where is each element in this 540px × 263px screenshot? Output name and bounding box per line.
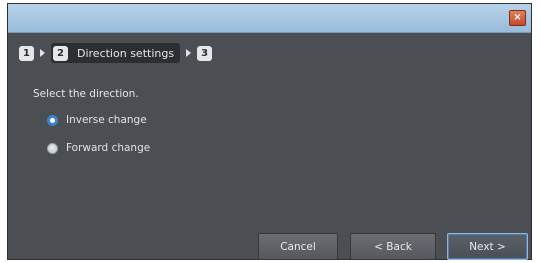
back-button[interactable]: < Back [350,233,436,260]
step-3-number: 3 [197,45,213,61]
close-icon[interactable]: × [509,10,526,26]
inverse-change-label: Inverse change [66,114,147,126]
radio-button-unchecked[interactable] [47,142,58,154]
inverse-change-option[interactable]: Inverse change [47,114,147,126]
direction-prompt: Select the direction. [33,88,139,100]
forward-change-option[interactable]: Forward change [47,142,150,154]
dialog-window: × 1 2 Direction settings 3 Select the di… [7,3,532,260]
title-bar[interactable]: × [8,4,531,33]
next-button[interactable]: Next > [447,233,528,260]
step-arrow-icon [40,49,45,57]
step-2-number: 2 [53,45,68,61]
step-arrow-icon [186,49,192,57]
step-indicator: 1 2 Direction settings 3 [19,43,213,63]
step-2-current: 2 Direction settings [51,43,181,63]
forward-change-label: Forward change [66,142,151,154]
step-2-label: Direction settings [77,46,175,60]
cancel-button[interactable]: Cancel [258,233,338,260]
radio-button-checked[interactable] [47,114,58,126]
step-1-number: 1 [19,45,34,61]
